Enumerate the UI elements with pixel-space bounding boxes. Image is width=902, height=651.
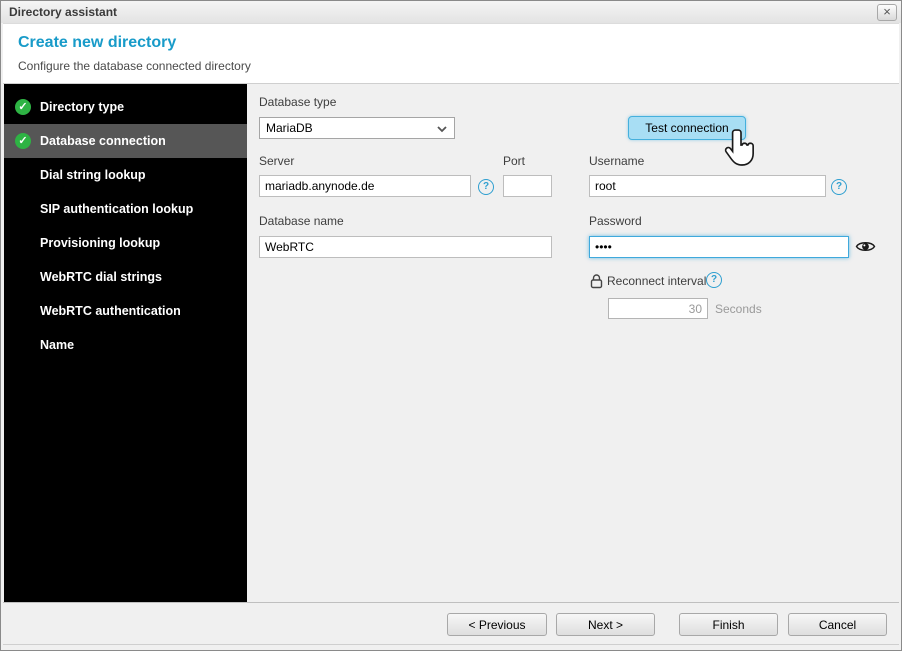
- server-input[interactable]: [259, 175, 471, 197]
- help-icon[interactable]: ?: [831, 179, 847, 195]
- titlebar[interactable]: Directory assistant ×: [1, 1, 901, 23]
- step-label: SIP authentication lookup: [40, 202, 194, 216]
- step-database-connection[interactable]: ✓ Database connection: [4, 124, 247, 158]
- check-icon: ✓: [15, 99, 31, 115]
- step-label: Database connection: [40, 134, 166, 148]
- step-label: WebRTC authentication: [40, 304, 181, 318]
- chevron-down-icon: [437, 126, 447, 133]
- username-label: Username: [589, 154, 645, 168]
- previous-button[interactable]: < Previous: [447, 613, 547, 636]
- username-input[interactable]: [589, 175, 826, 197]
- window-title: Directory assistant: [9, 5, 118, 19]
- database-name-label: Database name: [259, 214, 344, 228]
- password-input[interactable]: [589, 236, 849, 258]
- wizard-steps-sidebar: ✓ Directory type ✓ Database connection D…: [4, 84, 247, 602]
- check-icon: ✓: [15, 133, 31, 149]
- database-name-input[interactable]: [259, 236, 552, 258]
- lock-icon: [590, 274, 603, 289]
- step-label: Directory type: [40, 100, 125, 114]
- step-provisioning-lookup[interactable]: Provisioning lookup: [4, 226, 247, 260]
- step-sip-authentication-lookup[interactable]: SIP authentication lookup: [4, 192, 247, 226]
- step-label: Name: [40, 338, 75, 352]
- next-button[interactable]: Next >: [556, 613, 655, 636]
- step-directory-type[interactable]: ✓ Directory type: [4, 90, 247, 124]
- server-label: Server: [259, 154, 295, 168]
- help-icon[interactable]: ?: [478, 179, 494, 195]
- password-label: Password: [589, 214, 642, 228]
- test-connection-button[interactable]: Test connection: [628, 116, 746, 140]
- database-type-select[interactable]: MariaDB: [259, 117, 455, 139]
- step-label: Provisioning lookup: [40, 236, 161, 250]
- step-webrtc-authentication[interactable]: WebRTC authentication: [4, 294, 247, 328]
- database-type-label: Database type: [259, 95, 337, 109]
- eye-icon[interactable]: [855, 239, 876, 254]
- help-icon[interactable]: ?: [706, 272, 722, 288]
- step-label: WebRTC dial strings: [40, 270, 163, 284]
- step-label: Dial string lookup: [40, 168, 146, 182]
- page-title: Create new directory: [18, 34, 177, 51]
- finish-button[interactable]: Finish: [679, 613, 778, 636]
- step-name[interactable]: Name: [4, 328, 247, 362]
- step-dial-string-lookup[interactable]: Dial string lookup: [4, 158, 247, 192]
- cancel-button[interactable]: Cancel: [788, 613, 887, 636]
- directory-assistant-dialog: Directory assistant × Create new directo…: [0, 0, 902, 651]
- database-type-value: MariaDB: [266, 121, 313, 135]
- close-icon[interactable]: ×: [877, 4, 897, 21]
- page-subtitle: Configure the database connected directo…: [18, 59, 251, 73]
- wizard-header: Create new directory Configure the datab…: [3, 23, 899, 84]
- port-label: Port: [503, 154, 526, 168]
- step-webrtc-dial-strings[interactable]: WebRTC dial strings: [4, 260, 247, 294]
- reconnect-unit-label: Seconds: [715, 302, 762, 316]
- port-input[interactable]: [503, 175, 552, 197]
- reconnect-interval-label: Reconnect interval: [607, 274, 707, 288]
- reconnect-interval-input[interactable]: [608, 298, 708, 319]
